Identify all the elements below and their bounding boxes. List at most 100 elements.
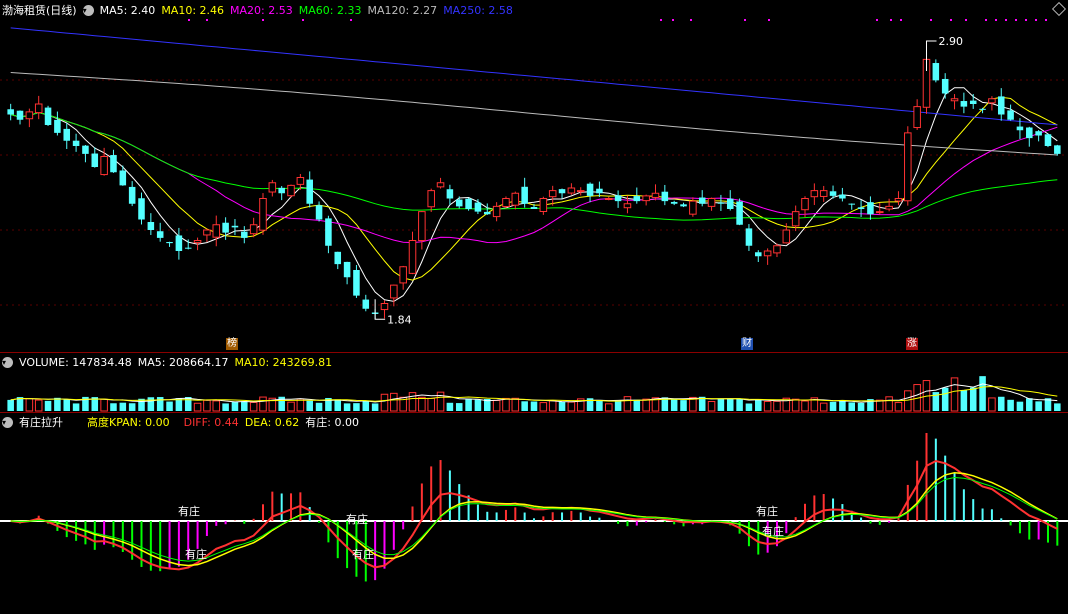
candle-body (315, 205, 323, 220)
volume-bar (848, 402, 856, 411)
candle-body (399, 266, 407, 284)
signal-dot (672, 19, 674, 21)
candle-body (576, 190, 585, 193)
volume-bar (979, 376, 986, 411)
volume-bar (7, 399, 14, 411)
dropdown-icon[interactable]: ▾ (82, 4, 94, 16)
signal-dot (930, 19, 932, 21)
volume-bar (875, 399, 884, 412)
candle-body (306, 179, 313, 204)
tag-bang[interactable]: 榜 (226, 338, 238, 350)
ma10-line (10, 96, 1058, 281)
price-chart[interactable]: 2.90 1.84 (0, 0, 1068, 352)
candle-body (287, 184, 295, 197)
volume-bar (446, 402, 454, 411)
volume-bar (530, 401, 538, 411)
volume-bar (829, 401, 837, 411)
candle-body (25, 111, 34, 120)
volume-bar (128, 403, 136, 411)
candle-body (380, 303, 389, 311)
candle-body (147, 222, 155, 230)
signal-dot (1015, 19, 1017, 21)
volume-ma5: MA5: 208664.17 (137, 355, 229, 369)
kpan-value: 高度KPAN: 0.00 (87, 416, 170, 429)
tag-cai[interactable]: 财 (741, 338, 753, 350)
candle-body (633, 196, 641, 202)
volume-bar (736, 398, 743, 411)
signal-dot (302, 19, 304, 21)
volume-bar (362, 400, 370, 411)
candle-body (623, 203, 632, 209)
candle-body (1035, 131, 1042, 136)
ma20-value: MA20: 2.53 (230, 3, 293, 17)
candle-body (119, 170, 127, 186)
candle-body (82, 145, 89, 154)
dropdown-icon[interactable]: ▾ (2, 356, 13, 368)
candle-body (296, 177, 305, 185)
volume-bar (614, 401, 622, 411)
signal-dot (950, 19, 952, 21)
candle-body (969, 100, 977, 104)
candle-body (1044, 134, 1052, 146)
candle-body (241, 231, 248, 238)
volume-bar (791, 398, 800, 412)
dropdown-icon[interactable]: ▾ (2, 416, 13, 428)
volume-bar (857, 402, 865, 411)
candle-body (558, 189, 566, 194)
volume-bar (427, 397, 435, 412)
candle-body (128, 186, 136, 204)
candle-body (819, 190, 828, 197)
volume-panel[interactable]: ▾ VOLUME: 147834.48 MA5: 208664.17 MA10:… (0, 352, 1068, 412)
ma10-value: MA10: 2.46 (161, 3, 225, 17)
volume-bar (25, 398, 34, 412)
volume-ma10: MA10: 243269.81 (234, 355, 333, 369)
candle-body (334, 251, 342, 265)
candle-body (950, 98, 959, 102)
candle-body (455, 199, 463, 207)
signal-dot (985, 19, 987, 21)
candle-body (567, 187, 576, 194)
volume-bar (511, 397, 520, 412)
candle-body (839, 194, 846, 199)
volume-bar (241, 401, 248, 411)
volume-bar (670, 399, 678, 411)
candle-body (212, 224, 221, 238)
diff-value: DIFF: 0.44 (183, 415, 239, 429)
volume-bar (745, 403, 753, 411)
volume-bar (819, 402, 828, 412)
candle-body (16, 110, 24, 120)
candle-body (960, 101, 968, 107)
signal-dot (744, 19, 746, 21)
volume-bar (222, 403, 229, 411)
candle-body (755, 252, 762, 257)
indicator-panel[interactable]: 有庄 有庄 有庄 有庄 有庄 有庄 ▾ 有庄拉升 高度KPAN: 0.00 DIFF: 0… (0, 412, 1068, 614)
candle-body (259, 198, 267, 231)
ma250-value: MA250: 2.58 (443, 3, 513, 17)
volume-bar (474, 399, 482, 411)
youzhuang-label: 有庄 (185, 547, 207, 561)
volume-bar (418, 396, 426, 412)
volume-bar (54, 397, 61, 411)
volume-bar (436, 391, 445, 412)
volume-value: VOLUME: 147834.48 (19, 355, 132, 369)
volume-bar (1007, 399, 1014, 411)
signal-dot (1045, 19, 1047, 21)
volume-bar (156, 397, 164, 411)
volume-bar (717, 398, 725, 411)
candle-body (474, 202, 482, 212)
youzhuang-value: 有庄: 0.00 (305, 416, 359, 429)
tag-zhang[interactable]: 涨 (906, 338, 918, 350)
candle-body (614, 195, 622, 202)
volume-bar (353, 403, 360, 411)
price-chart-panel[interactable]: 2.90 1.84 渤海租赁(日线) ▾ MA5: 2.40 MA10: 2.46… (0, 0, 1068, 352)
signal-dot (768, 19, 770, 21)
volume-bar (763, 400, 772, 412)
candle-body (539, 198, 548, 213)
signal-dot (660, 19, 662, 21)
volume-bar (1016, 401, 1024, 411)
candle-body (670, 201, 678, 204)
candle-body (791, 211, 800, 227)
signal-dot (188, 19, 190, 21)
candle-body (997, 96, 1005, 115)
indicator-chart[interactable]: 有庄有庄有庄有庄有庄有庄 (0, 412, 1068, 614)
